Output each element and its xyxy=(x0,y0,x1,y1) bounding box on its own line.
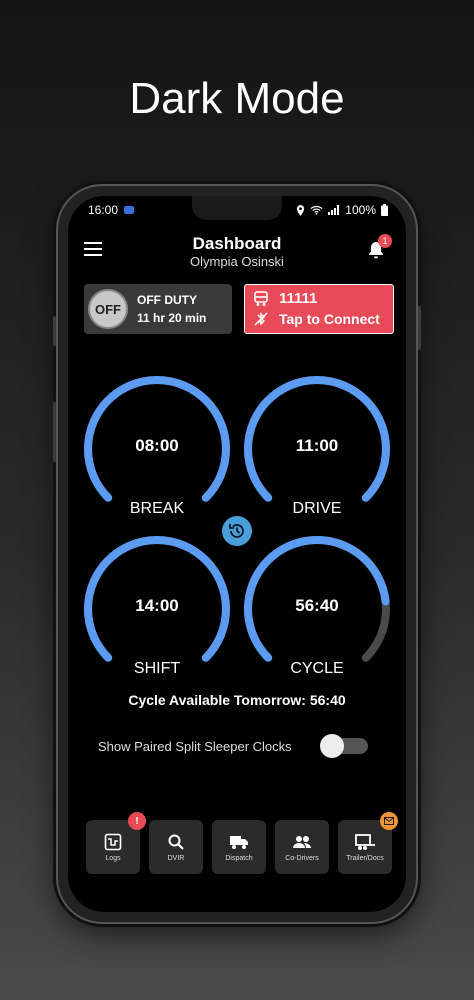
cycle-gauge: 56:40 CYCLE xyxy=(242,534,392,684)
mail-badge xyxy=(380,812,398,830)
duty-status-badge: OFF xyxy=(88,289,128,329)
app-header: Dashboard Olympia Osinski 1 xyxy=(68,230,406,274)
nav-label: DVIR xyxy=(167,854,185,862)
nav-dvir[interactable]: DVIR xyxy=(149,820,203,874)
split-sleeper-toggle[interactable] xyxy=(320,734,368,758)
gauge-label: SHIFT xyxy=(133,660,181,677)
gauge-label: CYCLE xyxy=(290,660,344,677)
hero-title: Dark Mode xyxy=(129,74,345,123)
app-screen: 16:00 100% Dashboard Olympia Osinski 1 O… xyxy=(68,196,406,912)
gauge-value: 11:00 xyxy=(295,436,339,455)
nav-label: Logs xyxy=(105,854,121,862)
nav-trailer-docs[interactable]: Trailer/Docs xyxy=(338,812,398,874)
app-notification-icon xyxy=(124,206,135,214)
split-sleeper-label: Show Paired Split Sleeper Clocks xyxy=(98,738,292,754)
battery-percent: 100% xyxy=(345,203,376,217)
search-icon xyxy=(168,834,184,850)
nav-label: Dispatch xyxy=(225,854,253,862)
connect-vehicle-button[interactable]: 11111 Tap to Connect xyxy=(244,284,394,334)
signal-icon xyxy=(328,205,340,215)
drive-gauge: 11:00 DRIVE xyxy=(242,374,392,524)
status-bar: 16:00 100% xyxy=(88,202,388,218)
nav-co-drivers[interactable]: Co-Drivers xyxy=(275,820,329,874)
nav-logs[interactable]: Logs ! xyxy=(86,812,146,874)
split-sleeper-row: Show Paired Split Sleeper Clocks xyxy=(98,732,368,760)
bixby-button xyxy=(53,316,56,346)
gauge-label: DRIVE xyxy=(292,500,342,517)
driver-name: Olympia Osinski xyxy=(190,254,284,269)
break-gauge: 08:00 BREAK xyxy=(82,374,232,524)
nav-dispatch[interactable]: Dispatch xyxy=(212,820,266,874)
battery-icon xyxy=(381,204,388,216)
bluetooth-off-icon xyxy=(254,312,268,326)
mail-icon xyxy=(384,817,394,825)
vehicle-id: 11111 xyxy=(279,290,318,307)
location-icon xyxy=(297,204,305,216)
phone-frame: 16:00 100% Dashboard Olympia Osinski 1 O… xyxy=(53,184,421,924)
duty-status-card[interactable]: OFF OFF DUTY 11 hr 20 min xyxy=(84,284,232,334)
logs-icon xyxy=(104,833,122,850)
power-button xyxy=(418,306,421,350)
truck-icon xyxy=(230,835,248,849)
gauge-value: 14:00 xyxy=(135,596,179,615)
volume-button xyxy=(53,402,56,462)
vehicle-icon xyxy=(254,290,268,306)
nav-label: Co-Drivers xyxy=(285,854,319,862)
status-time: 16:00 xyxy=(88,203,119,217)
wifi-icon xyxy=(310,205,323,215)
connect-label: Tap to Connect xyxy=(279,311,380,327)
gauge-value: 56:40 xyxy=(295,596,339,615)
notification-badge: 1 xyxy=(378,234,392,248)
logs-alert-badge: ! xyxy=(128,812,146,830)
history-button[interactable] xyxy=(222,516,252,546)
history-icon xyxy=(229,524,244,538)
people-icon xyxy=(293,835,311,848)
duty-status-label: OFF DUTY xyxy=(137,293,197,307)
cycle-availability-text: Cycle Available Tomorrow: 56:40 xyxy=(128,692,346,708)
shift-gauge: 14:00 SHIFT xyxy=(82,534,232,684)
bottom-nav: Logs ! DVIR Dispatch Co-Drivers Trailer/… xyxy=(86,812,398,876)
duty-duration: 11 hr 20 min xyxy=(137,311,207,325)
nav-label: Trailer/Docs xyxy=(346,854,384,862)
gauge-label: BREAK xyxy=(129,500,185,517)
toggle-knob xyxy=(320,734,344,758)
trailer-icon xyxy=(355,833,375,850)
gauge-value: 08:00 xyxy=(135,436,179,455)
page-title: Dashboard xyxy=(192,234,282,253)
